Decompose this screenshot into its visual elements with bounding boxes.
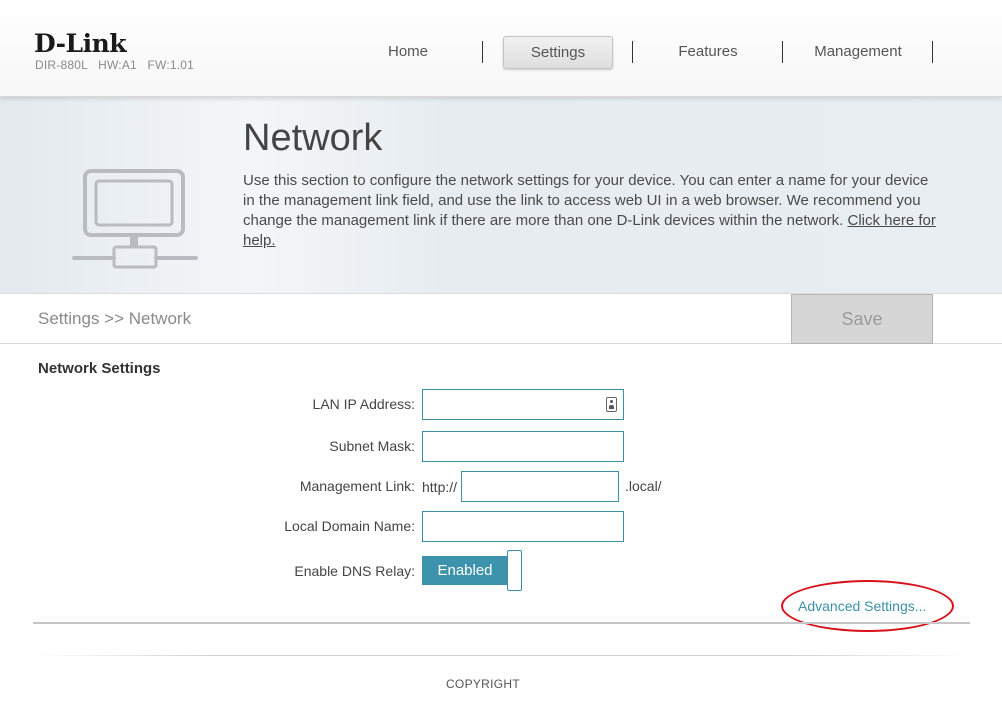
nav-home[interactable]: Home	[353, 36, 463, 69]
breadcrumb: Settings >> Network	[38, 309, 192, 328]
management-link-suffix: .local/	[625, 478, 662, 494]
dlink-logo: D-Link	[34, 29, 127, 58]
nav-management[interactable]: Management	[803, 36, 913, 69]
nav-settings[interactable]: Settings	[503, 36, 613, 69]
nav-separator	[482, 41, 483, 63]
page-banner: Network Use this section to configure th…	[0, 97, 1002, 294]
section-title: Network Settings	[38, 360, 161, 377]
dns-relay-toggle[interactable]: Enabled	[422, 556, 508, 585]
copyright-text: COPYRIGHT	[445, 677, 521, 691]
device-info: DIR-880L HW:A1 FW:1.01	[35, 58, 195, 72]
nav-separator	[782, 41, 783, 63]
lan-ip-input[interactable]	[422, 389, 624, 420]
lan-ip-label: LAN IP Address:	[312, 396, 415, 412]
contact-card-icon[interactable]	[606, 397, 617, 412]
subnet-mask-input[interactable]	[422, 431, 624, 462]
page-description: Use this section to configure the networ…	[243, 171, 943, 251]
divider	[33, 622, 970, 624]
page-title: Network	[243, 117, 383, 159]
management-link-prefix: http://	[422, 479, 458, 495]
local-domain-label: Local Domain Name:	[284, 518, 415, 534]
top-header: D-Link DIR-880L HW:A1 FW:1.01 Home Setti…	[0, 0, 1002, 97]
nav-features[interactable]: Features	[653, 36, 763, 69]
nav-separator	[632, 41, 633, 63]
footer-divider	[33, 655, 970, 656]
management-link-label: Management Link:	[299, 478, 415, 494]
computer-network-icon	[72, 169, 198, 269]
description-text: Use this section to configure the networ…	[243, 172, 929, 229]
nav-separator	[932, 41, 933, 63]
advanced-settings-link[interactable]: Advanced Settings...	[798, 598, 926, 614]
toggle-knob[interactable]	[507, 550, 522, 591]
breadcrumb-bar: Settings >> Network Save	[0, 294, 1002, 344]
dns-relay-label: Enable DNS Relay:	[294, 563, 415, 579]
management-link-input[interactable]	[461, 471, 619, 502]
save-button[interactable]: Save	[791, 294, 933, 344]
local-domain-input[interactable]	[422, 511, 624, 542]
subnet-mask-label: Subnet Mask:	[329, 438, 415, 454]
